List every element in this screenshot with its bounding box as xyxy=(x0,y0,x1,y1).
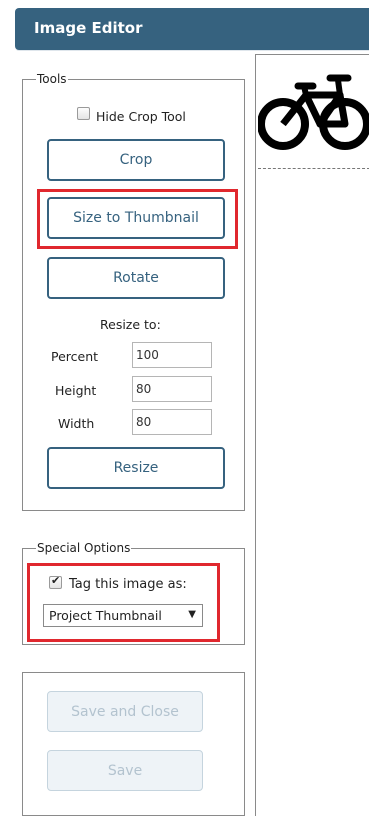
width-label: Width xyxy=(58,416,95,431)
tag-image-checkbox[interactable] xyxy=(49,574,62,589)
bicycle-icon xyxy=(258,74,369,150)
height-input[interactable] xyxy=(132,376,212,402)
width-input[interactable] xyxy=(132,409,212,435)
title-bar: Image Editor xyxy=(15,8,369,50)
special-options-legend: Special Options xyxy=(37,541,131,555)
size-to-thumbnail-button[interactable]: Size to Thumbnail xyxy=(47,197,225,239)
save-and-close-button[interactable]: Save and Close xyxy=(47,691,203,732)
tools-legend: Tools xyxy=(37,72,67,86)
tag-type-select[interactable]: Project Thumbnail ▼ xyxy=(43,604,203,627)
resize-to-label: Resize to: xyxy=(100,317,161,332)
hide-crop-checkbox[interactable] xyxy=(77,107,90,120)
tag-type-value: Project Thumbnail xyxy=(49,608,162,623)
image-canvas xyxy=(255,54,369,816)
crop-selection[interactable] xyxy=(258,57,369,169)
resize-button[interactable]: Resize xyxy=(47,447,225,489)
dropdown-arrow-icon: ▼ xyxy=(188,609,196,620)
rotate-button[interactable]: Rotate xyxy=(47,257,225,299)
percent-input[interactable] xyxy=(132,342,212,368)
save-button[interactable]: Save xyxy=(47,750,203,791)
crop-button[interactable]: Crop xyxy=(47,139,225,181)
hide-crop-label: Hide Crop Tool xyxy=(96,109,186,124)
tag-image-label: Tag this image as: xyxy=(69,577,187,592)
height-label: Height xyxy=(55,383,97,398)
window-title: Image Editor xyxy=(34,19,143,37)
percent-label: Percent xyxy=(51,349,99,364)
